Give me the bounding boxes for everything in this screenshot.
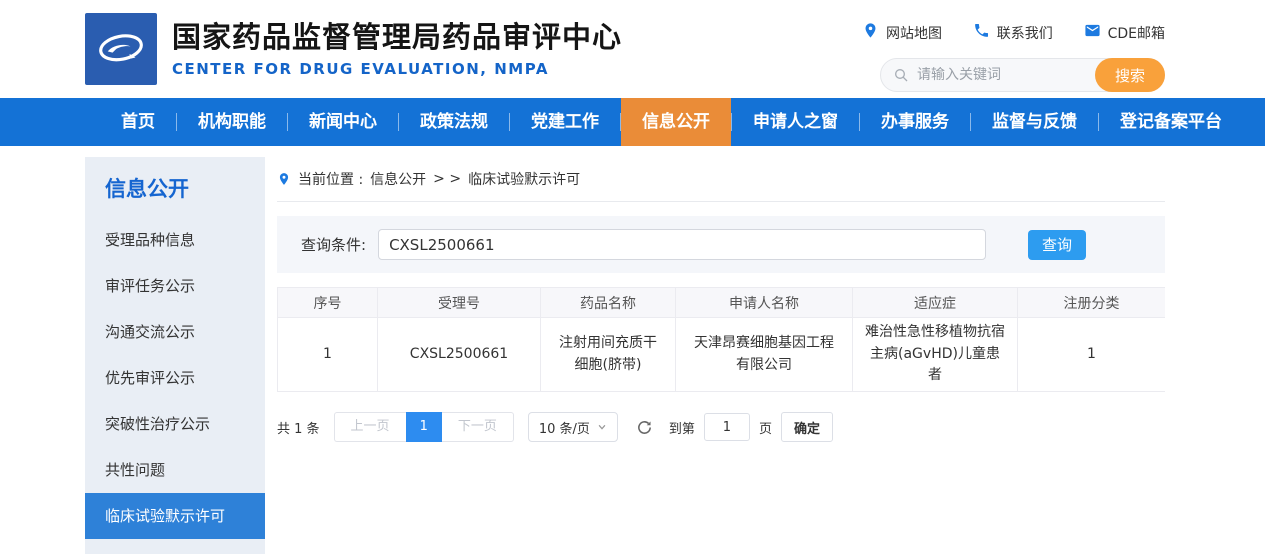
goto-page-input[interactable] (704, 413, 750, 441)
breadcrumb-separator: > > (433, 171, 461, 187)
search-icon (893, 67, 909, 83)
query-button[interactable]: 查询 (1028, 230, 1086, 260)
quick-links: 网站地图 联系我们 CDE邮箱 (862, 22, 1165, 43)
mailbox-label: CDE邮箱 (1108, 23, 1165, 43)
breadcrumb-section-link[interactable]: 信息公开 (370, 169, 426, 189)
page-number-button[interactable]: 1 (406, 412, 442, 442)
goto-page-group: 到第 页 确定 (669, 412, 833, 442)
breadcrumb-current: 临床试验默示许可 (468, 169, 580, 189)
sidebar-item-marketed-drug-info[interactable]: 上市药品信息 (85, 539, 265, 554)
page-size-value: 10 条/页 (539, 418, 590, 437)
location-pin-icon (862, 22, 879, 43)
nav-item-registration-platform[interactable]: 登记备案平台 (1099, 98, 1243, 146)
contact-link[interactable]: 联系我们 (973, 22, 1053, 43)
nav-item-policies[interactable]: 政策法规 (399, 98, 509, 146)
nav-item-info-disclosure[interactable]: 信息公开 (621, 98, 731, 146)
cell-registration-class: 1 (1018, 318, 1166, 392)
search-input[interactable] (917, 67, 1095, 83)
nav-item-supervision[interactable]: 监督与反馈 (971, 98, 1098, 146)
table-row: 1 CXSL2500661 注射用间充质干细胞(脐带) 天津昂赛细胞基因工程有限… (278, 318, 1166, 392)
search-button[interactable]: 搜索 (1095, 58, 1165, 92)
sidebar-item-common-issues[interactable]: 共性问题 (85, 447, 265, 493)
col-header-registration-class: 注册分类 (1018, 288, 1166, 318)
table-header-row: 序号 受理号 药品名称 申请人名称 适应症 注册分类 (278, 288, 1166, 318)
next-page-button[interactable]: 下一页 (442, 412, 514, 442)
col-header-seq: 序号 (278, 288, 378, 318)
header-search: 搜索 (880, 58, 1165, 92)
mail-icon (1084, 22, 1101, 43)
col-header-acceptance-no: 受理号 (378, 288, 541, 318)
col-header-applicant: 申请人名称 (676, 288, 853, 318)
brand[interactable]: 国家药品监督管理局药品审评中心 CENTER FOR DRUG EVALUATI… (85, 13, 622, 85)
location-pin-icon (277, 172, 291, 186)
site-subtitle: CENTER FOR DRUG EVALUATION, NMPA (172, 60, 622, 78)
nav-item-news[interactable]: 新闻中心 (288, 98, 398, 146)
nav-item-functions[interactable]: 机构职能 (177, 98, 287, 146)
cell-indication: 难治性急性移植物抗宿主病(aGvHD)儿童患者 (853, 318, 1018, 392)
nav-item-home[interactable]: 首页 (100, 98, 176, 146)
sitemap-label: 网站地图 (886, 23, 942, 43)
pagination-total: 共 1 条 (277, 418, 320, 437)
sidebar-item-breakthrough-therapy[interactable]: 突破性治疗公示 (85, 401, 265, 447)
cell-applicant: 天津昂赛细胞基因工程有限公司 (676, 318, 853, 392)
cell-drug-name: 注射用间充质干细胞(脐带) (541, 318, 676, 392)
brand-text: 国家药品监督管理局药品审评中心 CENTER FOR DRUG EVALUATI… (172, 20, 622, 78)
page-body: 信息公开 受理品种信息 审评任务公示 沟通交流公示 优先审评公示 突破性治疗公示… (85, 157, 1165, 554)
sidebar-title: 信息公开 (85, 171, 265, 207)
main-content: 当前位置 : 信息公开 > > 临床试验默示许可 查询条件: 查询 序号 受理号… (277, 157, 1165, 554)
chevron-down-icon (597, 422, 607, 432)
goto-suffix: 页 (759, 418, 772, 437)
site-header: 国家药品监督管理局药品审评中心 CENTER FOR DRUG EVALUATI… (0, 0, 1265, 98)
nav-item-services[interactable]: 办事服务 (860, 98, 970, 146)
sidebar-item-priority-review[interactable]: 优先审评公示 (85, 355, 265, 401)
pagination: 共 1 条 上一页 1 下一页 10 条/页 到第 页 确定 (277, 412, 1165, 442)
cde-logo-icon (85, 13, 157, 85)
breadcrumb: 当前位置 : 信息公开 > > 临床试验默示许可 (277, 169, 1165, 202)
refresh-icon[interactable] (636, 419, 653, 436)
col-header-indication: 适应症 (853, 288, 1018, 318)
main-nav: 首页 机构职能 新闻中心 政策法规 党建工作 信息公开 申请人之窗 办事服务 监… (0, 98, 1265, 146)
goto-prefix: 到第 (669, 418, 695, 437)
query-label: 查询条件: (301, 234, 366, 255)
sidebar-item-review-tasks[interactable]: 审评任务公示 (85, 263, 265, 309)
query-panel: 查询条件: 查询 (277, 216, 1165, 273)
col-header-drug-name: 药品名称 (541, 288, 676, 318)
nav-item-applicant-window[interactable]: 申请人之窗 (732, 98, 859, 146)
cell-acceptance-no: CXSL2500661 (378, 318, 541, 392)
sidebar: 信息公开 受理品种信息 审评任务公示 沟通交流公示 优先审评公示 突破性治疗公示… (85, 157, 265, 554)
sitemap-link[interactable]: 网站地图 (862, 22, 942, 43)
query-input[interactable] (378, 229, 986, 260)
prev-page-button[interactable]: 上一页 (334, 412, 406, 442)
confirm-button[interactable]: 确定 (781, 412, 833, 442)
contact-label: 联系我们 (997, 23, 1053, 43)
phone-icon (973, 22, 990, 43)
nav-item-party[interactable]: 党建工作 (510, 98, 620, 146)
cell-seq: 1 (278, 318, 378, 392)
sidebar-item-communication[interactable]: 沟通交流公示 (85, 309, 265, 355)
sidebar-item-accepted-varieties[interactable]: 受理品种信息 (85, 217, 265, 263)
results-table: 序号 受理号 药品名称 申请人名称 适应症 注册分类 1 CXSL2500661… (277, 287, 1165, 392)
mailbox-link[interactable]: CDE邮箱 (1084, 22, 1165, 43)
breadcrumb-prefix: 当前位置 : (298, 169, 363, 189)
page-size-select[interactable]: 10 条/页 (528, 412, 618, 442)
sidebar-item-clinical-trial-implied-license[interactable]: 临床试验默示许可 (85, 493, 265, 539)
site-title: 国家药品监督管理局药品审评中心 (172, 20, 622, 55)
